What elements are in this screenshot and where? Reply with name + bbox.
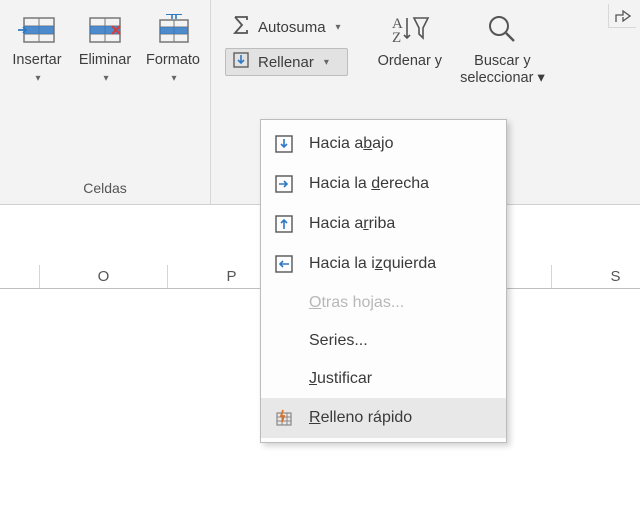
col-header[interactable]: S <box>552 265 640 288</box>
menu-fill-sheets: Otras hojas... <box>261 284 506 322</box>
arrow-down-box-icon <box>273 134 295 154</box>
format-button[interactable]: Formato▾ <box>142 8 204 85</box>
sort-filter-button[interactable]: A Z Ordenar y <box>378 8 442 70</box>
insert-icon <box>16 14 58 46</box>
autosum-label: Autosuma <box>258 19 326 36</box>
fill-label: Rellenar <box>258 54 314 71</box>
menu-fill-justify[interactable]: Justificar <box>261 360 506 398</box>
menu-series-label: Series... <box>309 332 492 350</box>
findselect-line2: seleccionar <box>460 70 533 86</box>
menu-fill-series[interactable]: Series... <box>261 322 506 360</box>
arrow-left-box-icon <box>273 254 295 274</box>
menu-flash-fill[interactable]: Relleno rápido <box>261 398 506 438</box>
fill-dropdown-menu: Hacia abajo Hacia la derecha Hacia arrib… <box>260 119 507 443</box>
cells-group: Insertar▾ Eliminar▾ <box>0 0 211 204</box>
fill-down-icon <box>232 51 250 73</box>
sort-filter-icon: A Z <box>390 12 430 49</box>
delete-icon <box>84 14 126 46</box>
sortfilter-label: Ordenar y <box>378 53 442 70</box>
flash-fill-icon <box>273 408 295 428</box>
delete-label: Eliminar <box>79 52 131 68</box>
fill-button[interactable]: Rellenar ▾ <box>225 48 348 76</box>
sigma-icon <box>232 15 250 39</box>
find-icon <box>485 12 519 49</box>
menu-fill-left[interactable]: Hacia la izquierda <box>261 244 506 284</box>
menu-fill-up[interactable]: Hacia arriba <box>261 204 506 244</box>
findselect-line1: Buscar y <box>474 53 530 69</box>
format-label: Formato <box>146 52 200 68</box>
cells-group-label: Celdas <box>83 180 127 202</box>
format-icon <box>152 14 194 46</box>
menu-fill-right[interactable]: Hacia la derecha <box>261 164 506 204</box>
arrow-right-box-icon <box>273 174 295 194</box>
delete-button[interactable]: Eliminar▾ <box>74 8 136 85</box>
find-select-button[interactable]: Buscar yseleccionar ▾ <box>460 8 545 86</box>
autosum-button[interactable]: Autosuma ▾ <box>225 12 348 42</box>
insert-button[interactable]: Insertar▾ <box>6 8 68 85</box>
col-header[interactable]: O <box>40 265 168 288</box>
menu-fill-down[interactable]: Hacia abajo <box>261 124 506 164</box>
insert-label: Insertar <box>12 52 61 68</box>
svg-text:Z: Z <box>392 30 401 46</box>
arrow-up-box-icon <box>273 214 295 234</box>
